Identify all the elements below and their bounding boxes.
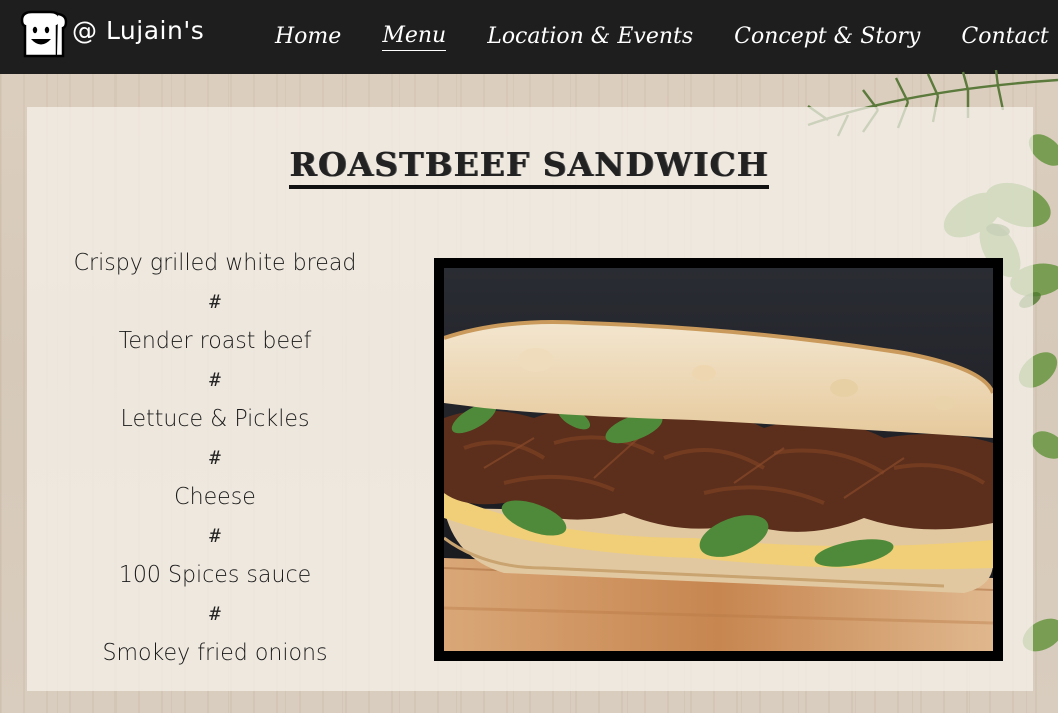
nav-home[interactable]: Home xyxy=(275,24,341,51)
separator: # xyxy=(209,291,221,313)
separator: # xyxy=(209,447,221,469)
ingredient-item: Cheese xyxy=(174,484,256,510)
nav-concept-story[interactable]: Concept & Story xyxy=(734,24,920,51)
separator: # xyxy=(209,369,221,391)
nav-contact[interactable]: Contact xyxy=(961,24,1048,51)
main-nav: Home Menu Location & Events Concept & St… xyxy=(275,0,1049,74)
separator: # xyxy=(209,525,221,547)
roastbeef-sandwich-image xyxy=(444,268,993,651)
brand-name[interactable]: @ Lujain's xyxy=(72,16,204,45)
ingredient-item: Lettuce & Pickles xyxy=(120,406,310,432)
separator: # xyxy=(209,603,221,625)
ingredient-item: Tender roast beef xyxy=(118,328,312,354)
ingredient-item: Crispy grilled white bread xyxy=(73,250,357,276)
ingredient-list: Crispy grilled white bread # Tender roas… xyxy=(40,244,390,673)
ingredient-item: 100 Spices sauce xyxy=(118,562,312,588)
smiling-bread-logo-icon[interactable] xyxy=(14,6,68,60)
ingredient-item: Smokey fried onions xyxy=(102,640,328,666)
nav-location-events[interactable]: Location & Events xyxy=(487,24,693,51)
top-navbar: @ Lujain's Home Menu Location & Events C… xyxy=(0,0,1058,74)
menu-item-title: ROASTBEEF SANDWICH xyxy=(289,145,769,189)
nav-menu[interactable]: Menu xyxy=(382,23,447,51)
sandwich-photo-frame xyxy=(434,258,1003,661)
page-title: ROASTBEEF SANDWICH xyxy=(0,145,1058,189)
